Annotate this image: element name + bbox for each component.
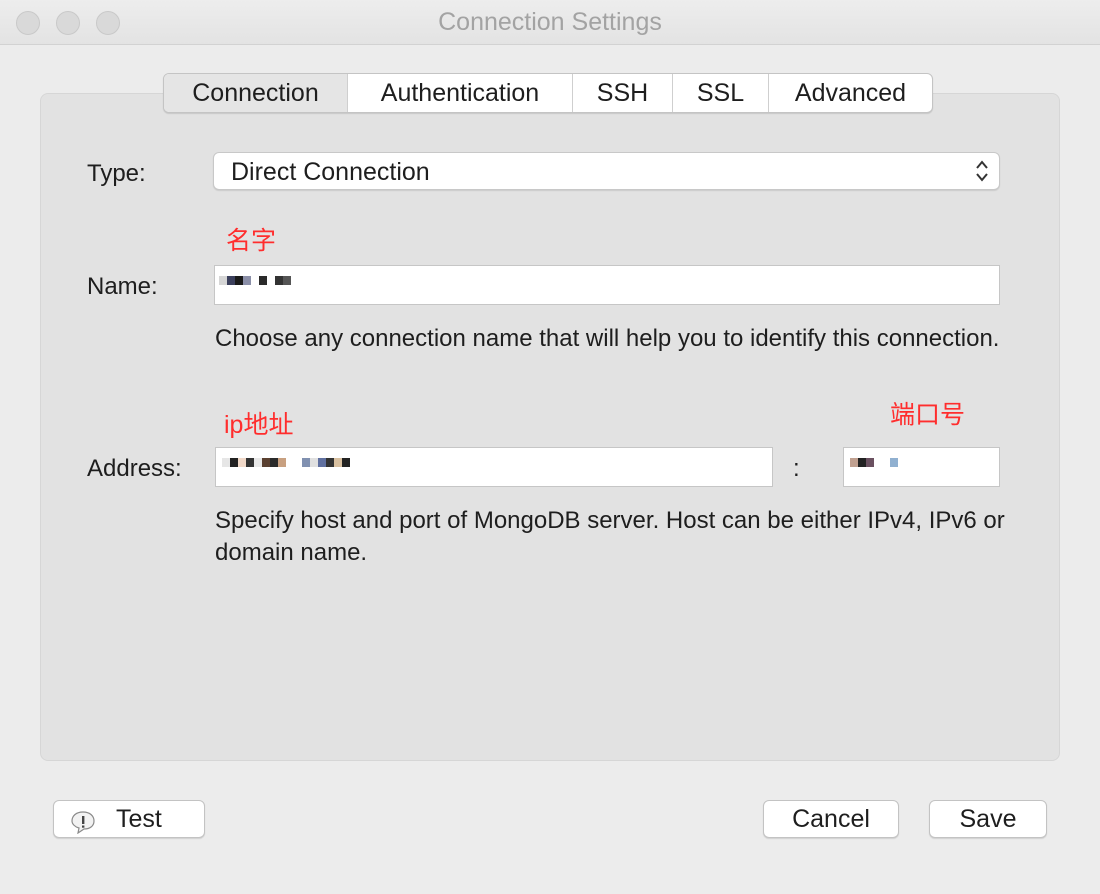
test-button-label: Test	[116, 805, 162, 833]
port-separator: :	[793, 455, 800, 482]
tab-bar: Connection Authentication SSH SSL Advanc…	[163, 73, 933, 113]
name-annotation: 名字	[226, 227, 277, 255]
save-button[interactable]: Save	[929, 800, 1047, 838]
warning-icon	[70, 808, 96, 835]
window-title: Connection Settings	[438, 8, 662, 36]
tab-advanced[interactable]: Advanced	[768, 74, 932, 112]
type-label: Type:	[87, 160, 146, 187]
tab-connection[interactable]: Connection	[164, 74, 347, 112]
masked-address-value	[222, 458, 350, 476]
name-label: Name:	[87, 273, 158, 300]
address-input[interactable]	[215, 447, 773, 487]
cancel-button[interactable]: Cancel	[763, 800, 899, 838]
tab-ssl[interactable]: SSL	[672, 74, 768, 112]
address-label: Address:	[87, 455, 182, 482]
type-select[interactable]: Direct Connection	[213, 152, 1000, 190]
ip-annotation: ip地址	[224, 411, 294, 439]
address-help-text: Specify host and port of MongoDB server.…	[215, 507, 1005, 566]
name-input[interactable]	[214, 265, 1000, 305]
up-down-chevron-icon	[975, 157, 989, 187]
masked-name-value	[219, 276, 291, 294]
tab-authentication[interactable]: Authentication	[347, 74, 572, 112]
port-input[interactable]	[843, 447, 1000, 487]
tab-ssh[interactable]: SSH	[572, 74, 672, 112]
masked-port-value	[850, 458, 898, 476]
title-bar: Connection Settings	[0, 0, 1100, 45]
test-button[interactable]: Test	[53, 800, 205, 838]
type-select-value: Direct Connection	[231, 158, 430, 186]
name-help-text: Choose any connection name that will hel…	[215, 325, 1000, 352]
port-annotation: 端口号	[890, 401, 966, 429]
